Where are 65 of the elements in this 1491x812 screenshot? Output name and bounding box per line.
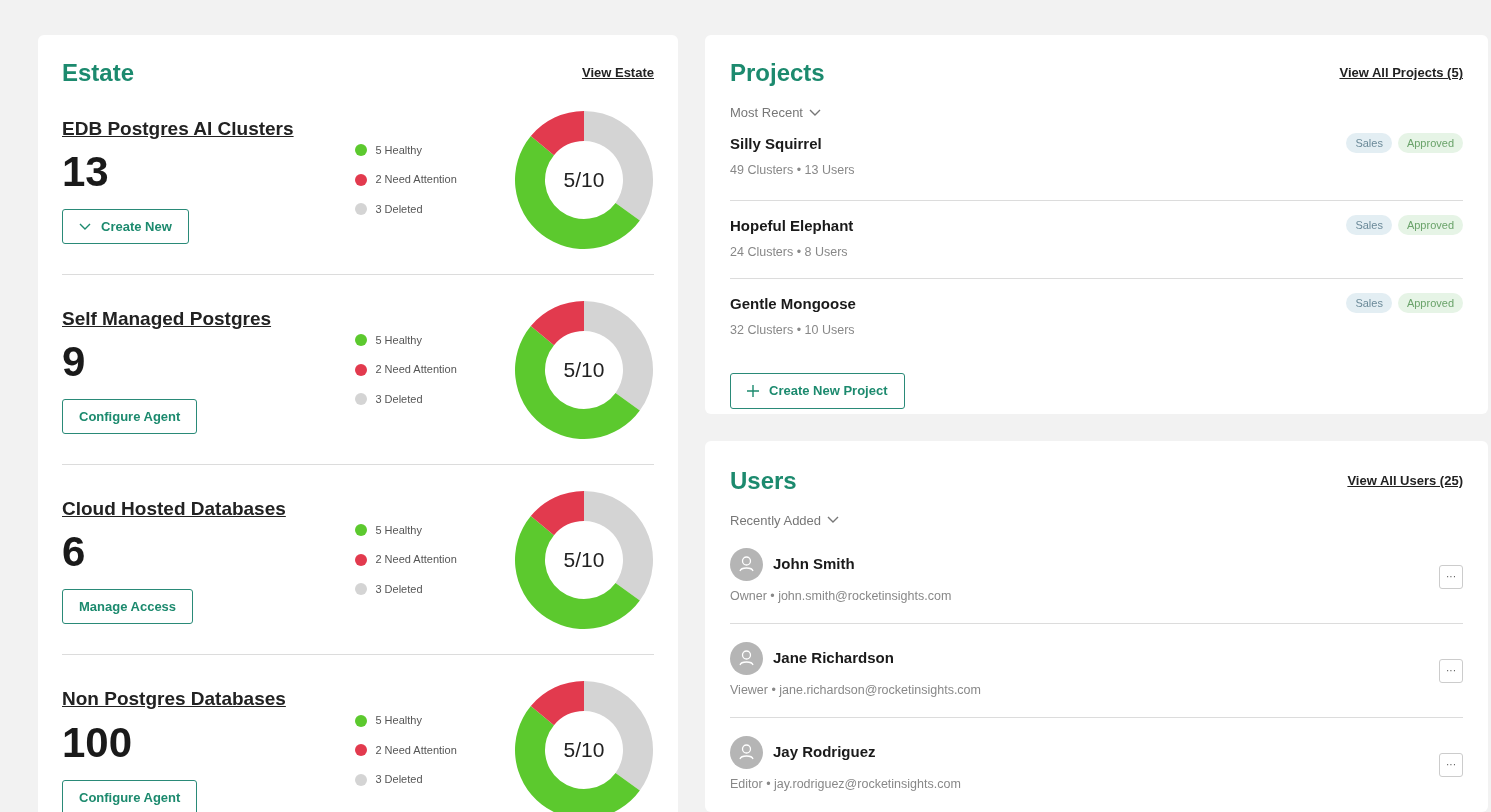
legend-label: 3 Deleted: [375, 772, 423, 788]
user-name[interactable]: Jane Richardson: [773, 646, 894, 670]
count-value: 13: [62, 147, 109, 198]
user-meta: Viewer • jane.richardson@rocketinsights.com: [730, 681, 981, 699]
tag: Sales: [1346, 292, 1392, 313]
legend-label: 5 Healthy: [375, 713, 422, 729]
action-button[interactable]: Configure Agent: [62, 779, 198, 812]
project-name[interactable]: Hopeful Elephant: [730, 214, 854, 237]
legend-label: 2 Need Attention: [375, 362, 457, 378]
chevron-down-icon: [79, 222, 91, 231]
legend-label: 5 Healthy: [375, 332, 422, 348]
legend-label: 2 Need Attention: [375, 172, 457, 188]
avatar-icon: [730, 547, 763, 581]
count-value: 9: [62, 337, 86, 388]
section-title: Estate: [62, 58, 135, 88]
chevron-down-icon: [809, 108, 821, 117]
category-link[interactable]: EDB Postgres AI Clusters: [62, 114, 294, 144]
action-button[interactable]: Create New: [62, 209, 189, 245]
project-name[interactable]: Silly Squirrel: [730, 132, 855, 155]
avatar-icon: [730, 641, 763, 675]
more-options-button[interactable]: ···: [1439, 564, 1463, 589]
category-link[interactable]: Non Postgres Databases: [62, 685, 286, 714]
plus-icon: [747, 384, 759, 397]
user-meta: Owner • john.smith@rocketinsights.com: [730, 587, 952, 605]
legend-label: 3 Deleted: [375, 581, 423, 597]
create-project-button[interactable]: Create New Project: [730, 372, 905, 409]
user-name[interactable]: Jay Rodriguez: [773, 741, 876, 764]
tag: Approved: [1397, 292, 1463, 313]
legend-label: 5 Healthy: [375, 522, 422, 538]
donut-center-label: 5/10: [563, 546, 605, 573]
chevron-down-icon: [827, 516, 840, 525]
tag: Sales: [1346, 132, 1392, 153]
more-options-button[interactable]: ···: [1439, 753, 1463, 777]
category-link[interactable]: Cloud Hosted Databases: [62, 494, 286, 524]
more-options-button[interactable]: ···: [1439, 658, 1463, 683]
category-link[interactable]: Self Managed Postgres: [62, 304, 272, 334]
sort-dropdown[interactable]: Most Recent: [730, 103, 821, 123]
legend-label: 5 Healthy: [375, 142, 422, 158]
view-all-link[interactable]: View All Users (25): [1347, 470, 1463, 491]
tag: Sales: [1346, 214, 1392, 235]
avatar-icon: [730, 736, 763, 770]
project-name[interactable]: Gentle Mongoose: [730, 292, 856, 315]
project-meta: 32 Clusters • 10 Users: [730, 322, 856, 339]
view-all-link[interactable]: View Estate: [581, 63, 654, 83]
view-all-link[interactable]: View All Projects (5): [1339, 63, 1463, 83]
tag: Approved: [1397, 214, 1463, 235]
section-title: Users: [730, 465, 797, 496]
legend-label: 3 Deleted: [375, 391, 423, 407]
legend-label: 2 Need Attention: [375, 552, 457, 568]
section-title: Projects: [730, 58, 825, 88]
legend-label: 2 Need Attention: [375, 742, 457, 758]
user-name[interactable]: John Smith: [773, 552, 855, 576]
legend-label: 3 Deleted: [375, 201, 423, 217]
action-button[interactable]: Manage Access: [62, 589, 194, 625]
user-meta: Editor • jay.rodriguez@rocketinsights.com: [730, 776, 961, 794]
project-meta: 49 Clusters • 13 Users: [730, 162, 855, 179]
donut-center-label: 5/10: [563, 737, 605, 764]
count-value: 100: [62, 717, 133, 768]
project-meta: 24 Clusters • 8 Users: [730, 244, 849, 261]
donut-center-label: 5/10: [563, 166, 605, 193]
count-value: 6: [62, 527, 86, 578]
sort-dropdown[interactable]: Recently Added: [730, 510, 840, 530]
tag: Approved: [1397, 132, 1463, 153]
action-button[interactable]: Configure Agent: [62, 399, 198, 435]
donut-center-label: 5/10: [563, 356, 605, 383]
